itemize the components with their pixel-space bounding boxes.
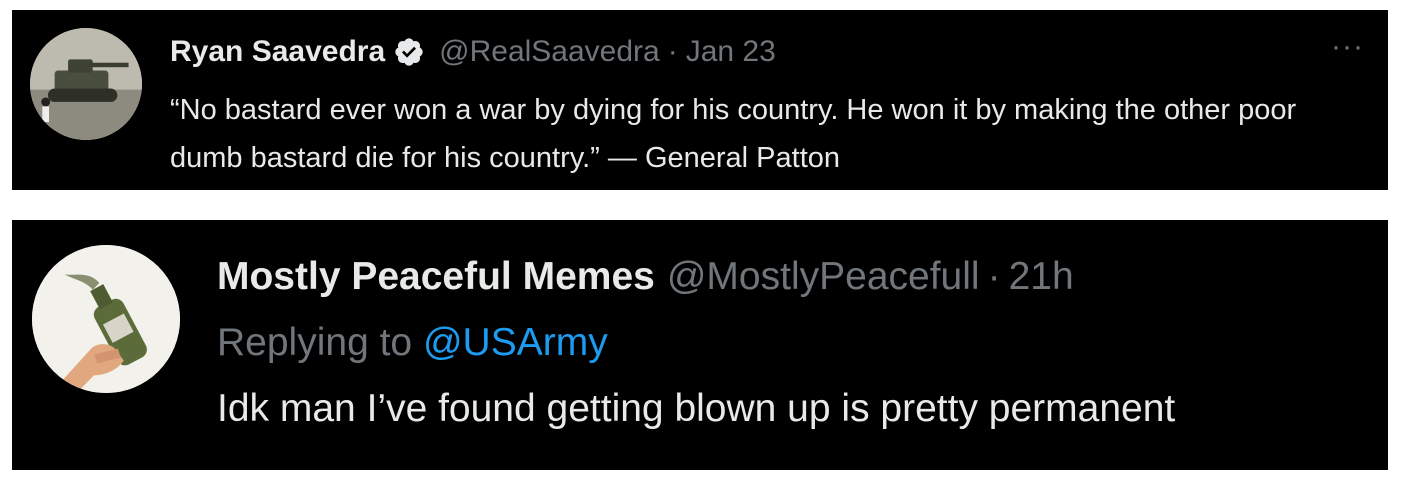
avatar[interactable]	[30, 28, 142, 140]
timestamp[interactable]: Jan 23	[686, 35, 776, 69]
molotov-bottle-avatar-icon	[32, 245, 180, 393]
replying-label: Replying to	[217, 321, 413, 364]
timestamp[interactable]: 21h	[1009, 255, 1074, 299]
replying-to: Replying to @USArmy	[217, 318, 608, 368]
tweet-header: Ryan Saavedra @RealSaavedra · Jan 23	[170, 32, 776, 72]
author-name[interactable]: Ryan Saavedra	[170, 35, 385, 69]
more-options-icon[interactable]: ···	[1331, 32, 1364, 62]
verified-badge-icon	[393, 36, 425, 68]
separator-dot: ·	[987, 255, 1001, 298]
author-handle[interactable]: @MostlyPeacefull	[667, 255, 980, 299]
author-name[interactable]: Mostly Peaceful Memes	[217, 255, 655, 299]
tweet-header: Mostly Peaceful Memes @MostlyPeacefull ·…	[217, 252, 1074, 302]
tweet-card[interactable]: Mostly Peaceful Memes @MostlyPeacefull ·…	[12, 220, 1388, 470]
mention-link[interactable]: @USArmy	[423, 321, 608, 364]
avatar[interactable]	[32, 245, 180, 393]
tweet-text: “No bastard ever won a war by dying for …	[170, 94, 1297, 174]
tweet-text: Idk man I’ve found getting blown up is p…	[217, 387, 1176, 430]
tweet-card[interactable]: Ryan Saavedra @RealSaavedra · Jan 23 ···…	[12, 10, 1388, 190]
tank-avatar-icon	[30, 28, 142, 140]
separator-dot: ·	[667, 35, 678, 68]
author-handle[interactable]: @RealSaavedra	[439, 35, 660, 69]
